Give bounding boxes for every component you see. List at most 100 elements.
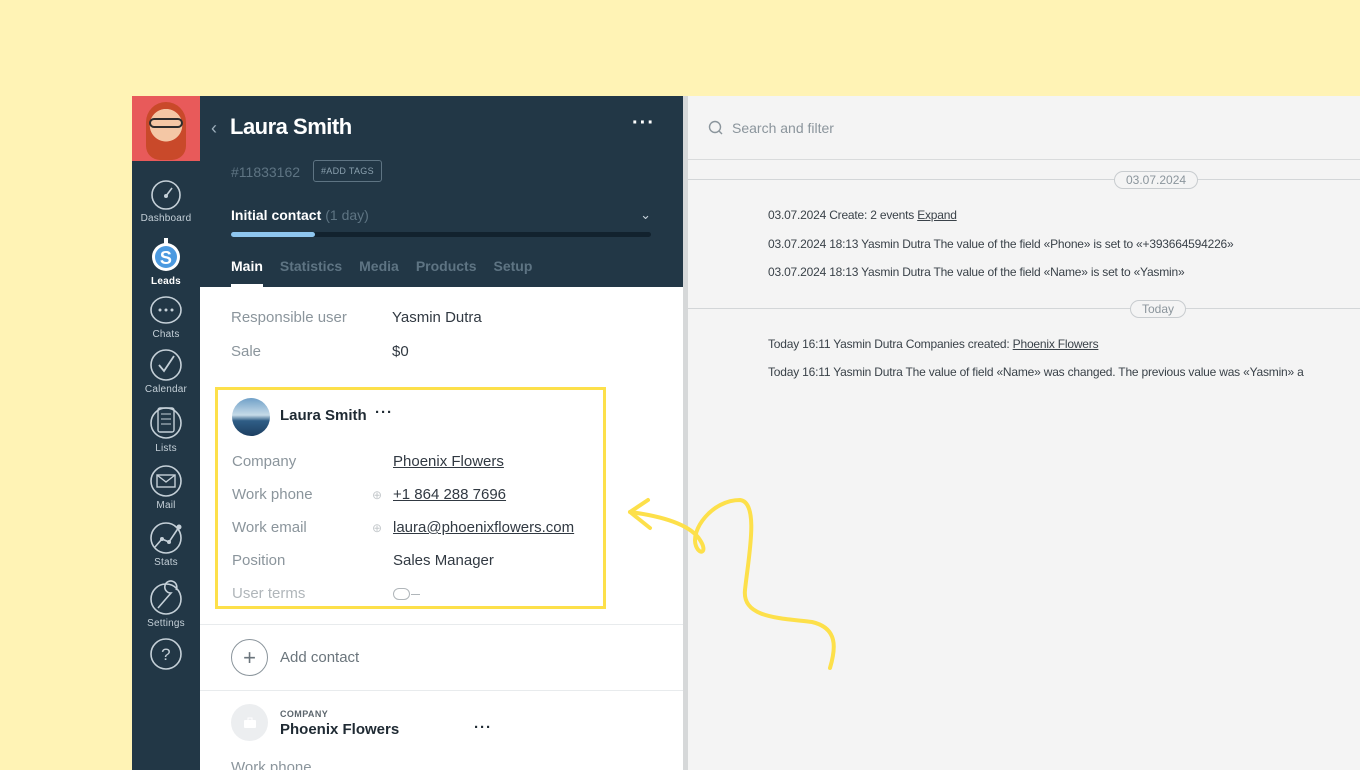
feed-event: Today 16:11 Yasmin Dutra Companies creat… <box>768 337 1099 351</box>
expand-link[interactable]: Expand <box>917 208 957 222</box>
company-caption: COMPANY <box>280 709 329 719</box>
avatar-glasses <box>149 118 183 128</box>
search-bar[interactable]: Search and filter <box>688 96 1360 160</box>
event-text: Today 16:11 Yasmin Dutra Companies creat… <box>768 337 1013 351</box>
date-separator-line <box>688 179 1360 180</box>
sidebar-item-dashboard[interactable]: Dashboard <box>132 179 200 224</box>
contact-email-link[interactable]: laura@phoenixflowers.com <box>393 519 574 536</box>
sidebar-item-label: Settings <box>147 618 185 629</box>
sidebar-item-label: Leads <box>151 276 181 287</box>
search-icon <box>708 120 723 134</box>
add-email-icon[interactable]: ⊕ <box>372 521 393 535</box>
contact-name[interactable]: Laura Smith <box>280 407 367 424</box>
search-input[interactable]: Search and filter <box>732 120 834 136</box>
lists-icon <box>150 407 182 439</box>
feed-event: 03.07.2024 Create: 2 events Expand <box>768 208 957 222</box>
date-pill: Today <box>1130 300 1187 318</box>
tab-products[interactable]: Products <box>416 258 477 287</box>
tab-media[interactable]: Media <box>359 258 399 287</box>
sidebar-item-label: Stats <box>154 557 178 568</box>
user-avatar[interactable] <box>132 96 200 161</box>
divider <box>200 690 683 691</box>
contact-phone-row: Work phone ⊕ +1 864 288 7696 <box>232 486 506 503</box>
mail-icon <box>150 465 182 497</box>
feed-event: 03.07.2024 18:13 Yasmin Dutra The value … <box>768 237 1234 251</box>
card-title[interactable]: Laura Smith <box>230 114 352 140</box>
contact-highlight-box: Laura Smith ··· Company Phoenix Flowers … <box>215 387 606 609</box>
add-phone-icon[interactable]: ⊕ <box>372 488 393 502</box>
leads-icon: S <box>152 238 180 271</box>
contact-company-link[interactable]: Phoenix Flowers <box>393 453 504 470</box>
sidebar-item-help[interactable]: ? <box>132 637 200 671</box>
settings-icon <box>150 580 182 615</box>
sidebar-item-mail[interactable]: Mail <box>132 464 200 511</box>
sidebar-item-stats[interactable]: Stats <box>132 521 200 568</box>
company-phone-label: Work phone <box>231 759 312 770</box>
stage-duration: (1 day) <box>325 207 369 223</box>
sidebar-item-calendar[interactable]: Calendar <box>132 348 200 395</box>
sidebar-item-label: Dashboard <box>140 213 192 224</box>
tab-main[interactable]: Main <box>231 258 263 287</box>
responsible-user-row: Responsible user Yasmin Dutra <box>231 309 482 326</box>
event-text: 03.07.2024 Create: 2 events <box>768 208 918 222</box>
date-separator-line <box>688 308 1360 309</box>
sale-value[interactable]: $0 <box>392 343 409 360</box>
feed-event: Today 16:11 Yasmin Dutra The value of fi… <box>768 365 1304 379</box>
sidebar-item-label: Chats <box>152 329 180 340</box>
help-icon: ? <box>150 638 182 670</box>
sidebar-item-label: Mail <box>156 500 176 511</box>
main-sidebar: Dashboard S Leads Chats Calendar Lists M… <box>132 96 200 770</box>
field-label: Work phone <box>232 486 313 503</box>
card-more-button[interactable]: ··· <box>632 112 655 135</box>
back-chevron-icon[interactable]: ‹ <box>211 118 217 139</box>
date-pill: 03.07.2024 <box>1114 171 1199 189</box>
pipeline-stage[interactable]: Initial contact (1 day) <box>231 207 369 223</box>
add-tags-button[interactable]: #ADD TAGS <box>313 160 382 182</box>
chevron-down-icon[interactable]: ⌄ <box>640 207 651 223</box>
sidebar-item-label: Lists <box>155 443 177 454</box>
field-label: Sale <box>231 343 262 360</box>
dashboard-icon <box>151 180 181 210</box>
field-label: Company <box>232 453 297 470</box>
avatar-face <box>146 102 186 160</box>
calendar-icon <box>150 349 182 381</box>
divider <box>200 624 683 625</box>
chats-icon <box>150 296 182 324</box>
contact-phone-link[interactable]: +1 864 288 7696 <box>393 486 506 503</box>
contact-company-row: Company Phoenix Flowers <box>232 453 504 470</box>
sidebar-item-chats[interactable]: Chats <box>132 295 200 340</box>
activity-feed: Search and filter 03.07.2024 03.07.2024 … <box>688 96 1360 770</box>
briefcase-icon <box>231 704 268 741</box>
feed-event: 03.07.2024 18:13 Yasmin Dutra The value … <box>768 265 1185 279</box>
add-contact-label: Add contact <box>280 649 360 666</box>
contact-email-row: Work email ⊕ laura@phoenixflowers.com <box>232 519 574 536</box>
add-contact-button[interactable]: + Add contact <box>231 639 359 676</box>
crm-app: Dashboard S Leads Chats Calendar Lists M… <box>132 96 1360 770</box>
user-terms-row: User terms <box>232 585 420 602</box>
stage-name: Initial contact <box>231 207 322 223</box>
tab-statistics[interactable]: Statistics <box>280 258 342 287</box>
svg-text:S: S <box>160 248 172 268</box>
stats-icon <box>150 522 182 554</box>
card-header: ‹ Laura Smith ··· #11833162 #ADD TAGS In… <box>200 96 683 287</box>
sidebar-item-lists[interactable]: Lists <box>132 403 200 454</box>
lead-id: #11833162 <box>231 164 301 180</box>
plus-icon: + <box>231 639 268 676</box>
contact-more-button[interactable]: ··· <box>375 404 393 421</box>
contact-position-value[interactable]: Sales Manager <box>393 552 494 569</box>
field-label: User terms <box>232 585 306 602</box>
sidebar-item-label: Calendar <box>144 384 188 395</box>
tab-setup[interactable]: Setup <box>494 258 533 287</box>
company-more-button[interactable]: ··· <box>474 719 492 736</box>
company-link[interactable]: Phoenix Flowers <box>1013 337 1099 351</box>
sidebar-item-leads[interactable]: S Leads <box>132 236 200 287</box>
user-terms-toggle[interactable] <box>393 587 420 600</box>
contact-avatar <box>232 398 270 436</box>
stage-progress-bar <box>231 232 651 237</box>
sidebar-item-settings[interactable]: Settings <box>132 578 200 629</box>
svg-text:?: ? <box>161 645 171 664</box>
contact-position-row: Position Sales Manager <box>232 552 494 569</box>
card-tabs: Main Statistics Media Products Setup <box>231 258 532 287</box>
responsible-user-value[interactable]: Yasmin Dutra <box>392 309 482 326</box>
company-name[interactable]: Phoenix Flowers <box>280 721 399 738</box>
